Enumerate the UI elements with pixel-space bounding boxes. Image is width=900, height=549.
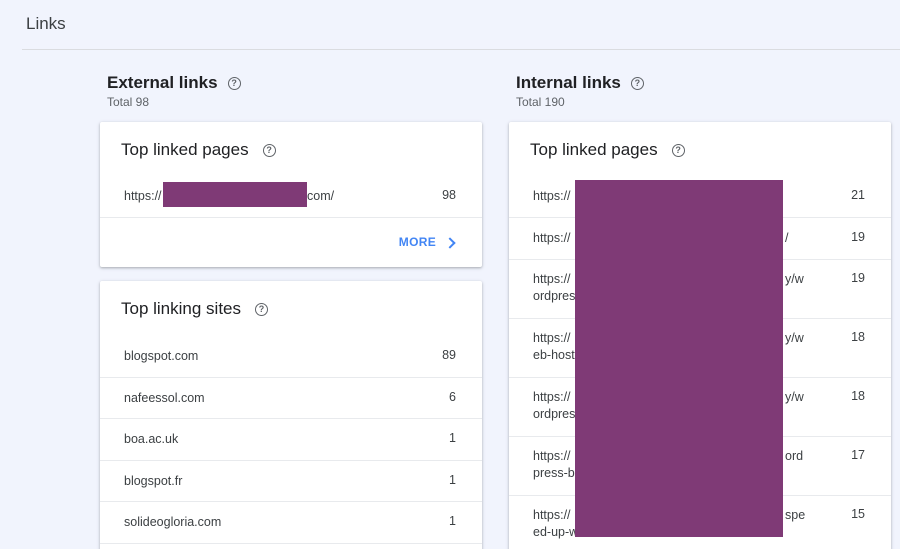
- external-links-title: External links: [107, 73, 218, 92]
- page-header: Links: [22, 0, 900, 50]
- table-row[interactable]: solideogloria.com 1: [100, 502, 482, 544]
- row-site: blogspot.fr: [124, 474, 183, 488]
- table-row[interactable]: nafeessol.com 6: [100, 378, 482, 419]
- more-button[interactable]: MORE: [398, 235, 456, 249]
- page-title: Links: [26, 14, 66, 33]
- row-site: boa.ac.uk: [124, 432, 179, 446]
- row-count: 98: [442, 188, 456, 202]
- row-url-tail: spe: [785, 508, 806, 522]
- row-count: 1: [449, 514, 456, 528]
- table-row[interactable]: blogspot.com 89: [100, 336, 482, 378]
- table-row[interactable]: blogspot.fr 1: [100, 461, 482, 502]
- row-count: 1: [449, 473, 456, 487]
- external-links-header: External links ? Total 98: [107, 72, 241, 109]
- row-count: 19: [851, 271, 865, 285]
- internal-links-total: Total 190: [516, 95, 565, 109]
- help-circle-icon[interactable]: ?: [671, 143, 685, 157]
- row-url-tail: y/w: [785, 331, 804, 345]
- row-url-line2: ordpres: [533, 289, 576, 303]
- help-circle-icon[interactable]: ?: [630, 76, 644, 90]
- chevron-right-icon: [444, 236, 456, 249]
- row-count: 15: [851, 507, 865, 521]
- row-count: 17: [851, 448, 865, 462]
- row-url-line2: eb-host: [533, 348, 575, 362]
- row-count: 21: [851, 188, 865, 202]
- more-label: MORE: [398, 235, 436, 249]
- row-count: 18: [851, 330, 865, 344]
- redaction-block: [163, 182, 307, 207]
- help-circle-icon[interactable]: ?: [262, 143, 276, 157]
- external-top-linking-sites-card: Top linking sites ? blogspot.com 89 nafe…: [100, 281, 482, 549]
- row-url: https://: [533, 508, 571, 522]
- row-count: 18: [851, 389, 865, 403]
- row-site: blogspot.com: [124, 349, 199, 363]
- row-url-end: com/: [307, 189, 335, 203]
- external-top-linked-pages-card: Top linked pages ? https:// com/ 98 MORE: [100, 122, 482, 267]
- help-circle-icon[interactable]: ?: [227, 76, 241, 90]
- row-url: https://: [533, 390, 571, 404]
- card-title: Top linking sites: [121, 299, 242, 318]
- external-links-total: Total 98: [107, 95, 150, 109]
- help-circle-icon[interactable]: ?: [255, 302, 269, 316]
- row-url: https://: [533, 189, 571, 203]
- card-title: Top linked pages: [121, 140, 249, 159]
- internal-links-title: Internal links: [516, 73, 621, 92]
- redaction-block: [575, 180, 783, 537]
- row-url-tail: y/w: [785, 390, 804, 404]
- row-url-tail: ord: [785, 449, 804, 463]
- row-url-line2: ed-up-w: [533, 525, 579, 539]
- row-url-tail: /: [785, 231, 789, 245]
- row-url-line2: ordpres: [533, 407, 576, 421]
- row-count: 19: [851, 230, 865, 244]
- row-url-line2: press-bl: [533, 466, 578, 480]
- row-count: 1: [449, 431, 456, 445]
- row-count: 89: [442, 348, 456, 362]
- internal-links-header: Internal links ? Total 190: [516, 72, 644, 109]
- row-count: 6: [449, 390, 456, 404]
- row-site: nafeessol.com: [124, 391, 205, 405]
- card-title: Top linked pages: [530, 140, 658, 159]
- row-url: https://: [533, 231, 571, 245]
- row-url: https://: [533, 331, 571, 345]
- table-row[interactable]: boa.ac.uk 1: [100, 419, 482, 461]
- row-url-tail: y/w: [785, 272, 804, 286]
- internal-top-linked-pages-card: Top linked pages ? https:// 21 https:// …: [509, 122, 891, 549]
- row-url-start: https://: [124, 189, 162, 203]
- row-url: https://: [533, 449, 571, 463]
- row-site: solideogloria.com: [124, 515, 222, 529]
- row-url: https://: [533, 272, 571, 286]
